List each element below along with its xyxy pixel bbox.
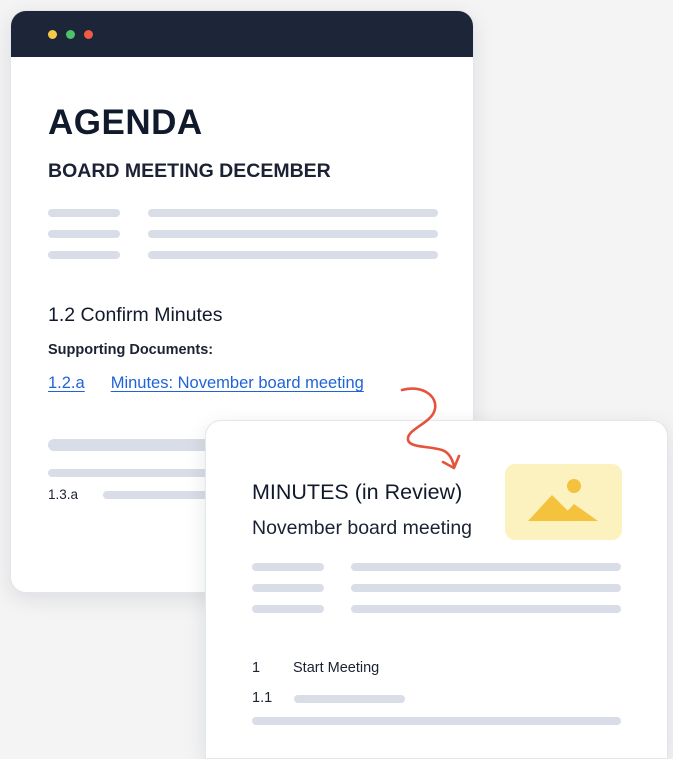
placeholder-line [252, 584, 324, 592]
link-text: Minutes: November board meeting [110, 374, 364, 392]
placeholder-line [351, 605, 621, 613]
page-title: AGENDA [48, 103, 203, 142]
placeholder-line [148, 230, 438, 238]
image-placeholder-icon [505, 464, 622, 540]
minutes-subtitle: November board meeting [252, 517, 473, 539]
curly-arrow-icon [400, 387, 461, 470]
placeholder-line [351, 584, 621, 592]
image-placeholder-graphic [528, 479, 598, 521]
placeholder-line [351, 563, 621, 571]
minutes-sub-item-number: 1.1 [252, 690, 273, 706]
placeholder-line [148, 209, 438, 217]
placeholder-line [252, 563, 324, 571]
placeholder-line [294, 695, 405, 703]
window-close-dot-icon[interactable] [84, 30, 93, 39]
minutes-document-link[interactable]: 1.2.a Minutes: November board meeting [48, 374, 364, 393]
placeholder-line [48, 209, 120, 217]
minutes-item-number: 1 [252, 660, 261, 676]
section-heading: 1.2 Confirm Minutes [48, 304, 223, 326]
minutes-title: MINUTES (in Review) [252, 480, 463, 504]
placeholder-line [48, 230, 120, 238]
agenda-sub-item-number: 1.3.a [48, 487, 79, 502]
window-minimize-dot-icon[interactable] [48, 30, 57, 39]
window-maximize-dot-icon[interactable] [66, 30, 75, 39]
placeholder-line [148, 251, 438, 259]
placeholder-line [252, 717, 621, 725]
link-number: 1.2.a [48, 374, 85, 392]
page-subtitle: BOARD MEETING DECEMBER [48, 160, 331, 182]
window-titlebar [11, 11, 473, 57]
minutes-item-label: Start Meeting [293, 660, 380, 676]
placeholder-line [48, 251, 120, 259]
supporting-documents-label: Supporting Documents: [48, 342, 214, 358]
placeholder-line [252, 605, 324, 613]
